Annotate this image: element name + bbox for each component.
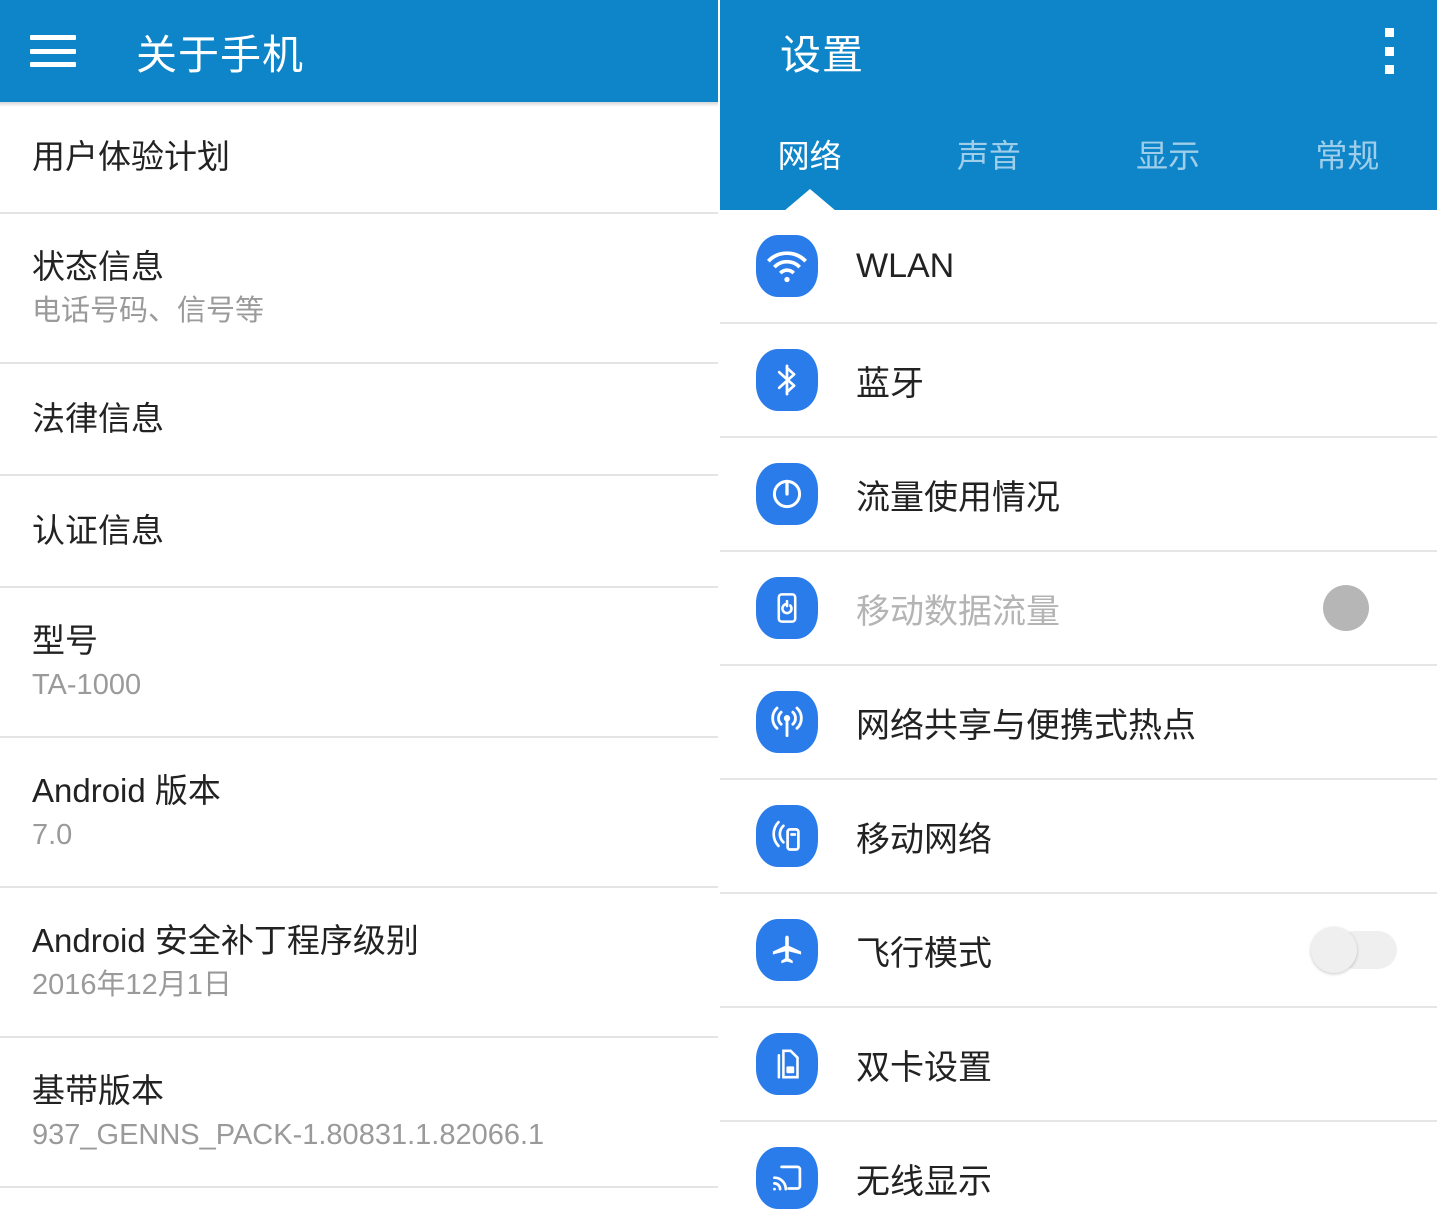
settings-item-mobile-network[interactable]: 移动网络 — [720, 780, 1437, 894]
toggle-knob — [1311, 927, 1357, 973]
list-item[interactable]: Android 安全补丁程序级别 2016年12月1日 — [0, 888, 718, 1038]
hamburger-menu-icon[interactable] — [30, 35, 76, 67]
list-item-subtitle: 电话号码、信号等 — [32, 294, 265, 327]
list-item-title: 用户体验计划 — [32, 137, 230, 175]
bluetooth-icon — [756, 349, 818, 411]
overflow-dot — [1384, 46, 1394, 56]
list-item-title: Android 安全补丁程序级别 — [32, 921, 419, 959]
about-phone-screen: 关于手机 用户体验计划 状态信息 电话号码、信号等 法律信息 认证信息 型号 T… — [0, 0, 718, 1226]
cellular-icon — [756, 805, 818, 867]
settings-item-label: 双卡设置 — [856, 1048, 992, 1087]
about-phone-appbar: 关于手机 — [0, 0, 718, 102]
settings-item-label: 无线显示 — [856, 1162, 992, 1201]
settings-item-hotspot[interactable]: 网络共享与便携式热点 — [720, 666, 1437, 780]
list-item[interactable]: 法律信息 — [0, 364, 718, 476]
page-title: 关于手机 — [136, 32, 304, 78]
settings-screen: 设置 网络 声音 显示 常规 WLAN 蓝牙 流量使用情况 移动数据流量 网络共… — [720, 0, 1437, 1226]
hotspot-icon — [756, 691, 818, 753]
airplane-icon — [756, 919, 818, 981]
mobile-data-toggle[interactable] — [1311, 585, 1397, 631]
tab-label: 显示 — [1136, 138, 1201, 174]
settings-item-label: 流量使用情况 — [856, 478, 1060, 517]
settings-list: WLAN 蓝牙 流量使用情况 移动数据流量 网络共享与便携式热点 移动网络 飞行… — [720, 210, 1437, 1226]
settings-item-data-usage[interactable]: 流量使用情况 — [720, 438, 1437, 552]
settings-item-label: 飞行模式 — [856, 934, 992, 973]
list-item[interactable]: 基带版本 937_GENNS_PACK-1.80831.1.82066.1 — [0, 1038, 718, 1188]
tab-label: 声音 — [956, 138, 1021, 174]
sim-card-icon — [756, 1033, 818, 1095]
tab-label: 网络 — [777, 138, 842, 174]
list-item-subtitle: TA-1000 — [32, 668, 142, 701]
overflow-dot — [1384, 65, 1394, 74]
list-item[interactable]: 内核版本 — [0, 1188, 718, 1226]
list-item-title: Android 版本 — [32, 771, 221, 809]
list-item[interactable]: 用户体验计划 — [0, 102, 718, 214]
settings-item-mobile-data[interactable]: 移动数据流量 — [720, 552, 1437, 666]
overflow-dot — [1384, 28, 1394, 37]
airplane-mode-toggle[interactable] — [1311, 927, 1397, 973]
settings-item-label: 移动数据流量 — [856, 592, 1060, 631]
list-item-subtitle: 7.0 — [32, 818, 73, 851]
list-item[interactable]: 认证信息 — [0, 476, 718, 588]
list-item[interactable]: 型号 TA-1000 — [0, 588, 718, 738]
tab-display[interactable]: 显示 — [1079, 102, 1258, 210]
tab-sound[interactable]: 声音 — [899, 102, 1078, 210]
settings-appbar: 设置 — [720, 0, 1437, 102]
settings-item-label: 蓝牙 — [856, 364, 924, 403]
tab-label: 常规 — [1315, 138, 1380, 174]
about-phone-list: 用户体验计划 状态信息 电话号码、信号等 法律信息 认证信息 型号 TA-100… — [0, 102, 718, 1226]
tab-network[interactable]: 网络 — [720, 102, 899, 211]
settings-title: 设置 — [780, 32, 864, 78]
list-item[interactable]: 状态信息 电话号码、信号等 — [0, 214, 718, 364]
settings-item-label: 移动网络 — [856, 820, 992, 859]
list-item-title: 状态信息 — [32, 247, 164, 285]
settings-item-label: WLAN — [856, 246, 955, 285]
mobile-data-icon — [756, 577, 818, 639]
data-usage-icon — [756, 463, 818, 525]
tab-active-pointer — [783, 189, 836, 211]
settings-tabbar: 网络 声音 显示 常规 — [720, 102, 1437, 211]
overflow-menu-icon[interactable] — [1369, 28, 1409, 74]
tab-general[interactable]: 常规 — [1258, 102, 1437, 210]
hamburger-bar — [30, 48, 76, 54]
toggle-knob — [1323, 585, 1369, 631]
settings-item-airplane-mode[interactable]: 飞行模式 — [720, 894, 1437, 1008]
wifi-icon — [756, 235, 818, 297]
list-item[interactable]: Android 版本 7.0 — [0, 738, 718, 888]
settings-item-bluetooth[interactable]: 蓝牙 — [720, 324, 1437, 438]
list-item-title: 基带版本 — [32, 1071, 164, 1109]
list-item-title: 法律信息 — [32, 399, 164, 437]
dual-screenshot-composite: 关于手机 用户体验计划 状态信息 电话号码、信号等 法律信息 认证信息 型号 T… — [0, 0, 1437, 1226]
list-item-title: 型号 — [32, 621, 98, 659]
hamburger-bar — [30, 35, 76, 40]
settings-item-label: 网络共享与便携式热点 — [856, 706, 1196, 745]
list-item-title: 认证信息 — [32, 511, 164, 549]
cast-icon — [756, 1147, 818, 1209]
list-item-subtitle: 937_GENNS_PACK-1.80831.1.82066.1 — [32, 1118, 545, 1151]
list-item-subtitle: 2016年12月1日 — [32, 968, 232, 1001]
hamburger-bar — [30, 62, 76, 67]
settings-item-wireless-display[interactable]: 无线显示 — [720, 1122, 1437, 1226]
settings-item-dual-sim[interactable]: 双卡设置 — [720, 1008, 1437, 1122]
settings-item-wlan[interactable]: WLAN — [720, 210, 1437, 324]
